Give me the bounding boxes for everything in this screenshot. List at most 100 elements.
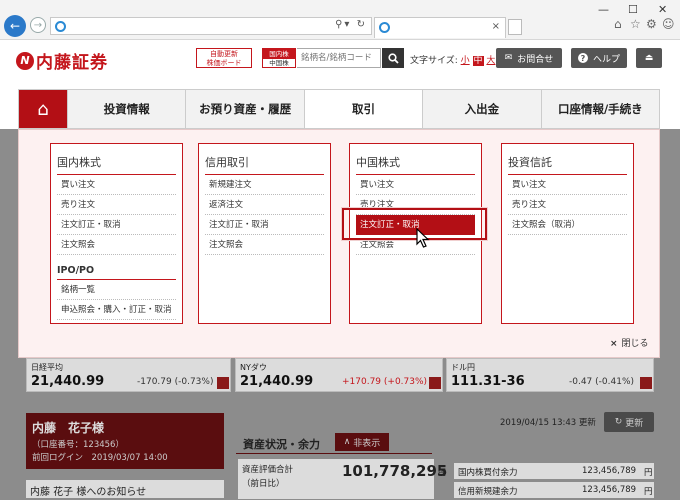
nav-item-assets-history[interactable]: お預り資産・履歴	[185, 90, 303, 128]
site-logo[interactable]: N 内藤証券	[16, 48, 108, 73]
assets-toggle-button[interactable]: ∧ 非表示	[335, 433, 389, 451]
account-notice[interactable]: 内藤 花子 様へのお知らせ	[26, 480, 224, 498]
contact-button[interactable]: ✉ お問合せ	[496, 48, 562, 68]
back-button[interactable]: ←	[4, 15, 26, 37]
search-refresh-icon[interactable]: ⚲▾ ↻	[335, 19, 367, 30]
ticker-nydow: NYダウ 21,440.99 +170.79 (+0.73%)	[235, 358, 443, 392]
stock-type-china[interactable]: 中国株	[263, 59, 295, 68]
chart-icon[interactable]	[429, 377, 441, 389]
menu-item-modify-cancel[interactable]: 注文訂正・取消	[57, 215, 176, 235]
arrow-right-icon: →	[33, 19, 43, 31]
menu-item-buy[interactable]: 買い注文	[508, 175, 627, 195]
menu-col-investment-trust: 投資信託 買い注文 売り注文 注文照会（取消）	[501, 143, 634, 324]
mail-icon: ✉	[504, 53, 513, 63]
help-button[interactable]: ? ヘルプ	[571, 48, 627, 68]
home-icon[interactable]: ⌂	[614, 17, 622, 31]
chart-icon[interactable]	[640, 377, 652, 389]
refresh-button[interactable]: ↻ 更新	[604, 412, 654, 432]
menu-item-order-inquiry[interactable]: 注文照会	[57, 235, 176, 255]
account-name: 内藤 花子様	[32, 421, 105, 435]
nav-item-account-procedures[interactable]: 口座情報/手続き	[540, 90, 659, 128]
home-button[interactable]: ⌂	[19, 90, 67, 128]
logout-icon: ⏏	[644, 53, 654, 63]
menu-item-ipo-list[interactable]: 銘柄一覧	[57, 280, 176, 300]
auto-update-board-button[interactable]: 自動更新 株価ボード	[196, 48, 252, 68]
ticker-value: 21,440.99	[31, 374, 105, 389]
contact-label: お問合せ	[517, 54, 554, 65]
asset-row: 国内株買付余力 123,456,789 円	[454, 463, 654, 479]
nav-item-investment-info[interactable]: 投資情報	[67, 90, 185, 128]
updated-time: 2019/04/15 13:43 更新	[500, 418, 596, 428]
menu-col-domestic-stock: 国内株式 買い注文 売り注文 注文訂正・取消 注文照会 IPO/PO 銘柄一覧 …	[50, 143, 183, 324]
menu-item-buy[interactable]: 買い注文	[57, 175, 176, 195]
logout-button[interactable]: ⏏	[636, 48, 662, 68]
forward-button[interactable]: →	[30, 17, 46, 33]
menu-item-new-position[interactable]: 新規建注文	[205, 175, 324, 195]
asset-row-label: 国内株買付余力	[458, 468, 518, 478]
ticker-usdjpy: ドル円 111.31-36 -0.47 (-0.41%)	[446, 358, 654, 392]
menu-item-order-inquiry-cancel[interactable]: 注文照会（取消）	[508, 215, 627, 235]
search-button[interactable]	[382, 48, 404, 68]
menu-item-sell[interactable]: 売り注文	[57, 195, 176, 215]
menu-item-order-inquiry[interactable]: 注文照会	[205, 235, 324, 255]
ticker-change: +170.79 (+0.73%)	[342, 377, 428, 387]
browser-tab[interactable]: ×	[374, 17, 506, 38]
total-label: 資産評価合計	[242, 465, 294, 475]
new-tab-button[interactable]	[508, 19, 522, 35]
menu-item-modify-cancel[interactable]: 注文訂正・取消	[205, 215, 324, 235]
menu-item-buy[interactable]: 買い注文	[356, 175, 475, 195]
refresh-icon: ↻	[614, 417, 623, 427]
window-close-icon[interactable]: ✕	[658, 3, 667, 16]
gear-icon[interactable]: ⚙	[646, 17, 657, 31]
menu-item-sell[interactable]: 売り注文	[508, 195, 627, 215]
smiley-icon[interactable]: ☺	[662, 17, 675, 31]
refresh-label: 更新	[625, 418, 644, 429]
ticker-name: ドル円	[451, 363, 475, 372]
auto-board-line1: 自動更新	[210, 50, 238, 58]
menu-col-margin: 信用取引 新規建注文 返済注文 注文訂正・取消 注文照会	[198, 143, 331, 324]
tab-close-icon[interactable]: ×	[492, 21, 500, 32]
menu-subtitle-ipo: IPO/PO	[57, 265, 176, 280]
help-label: ヘルプ	[592, 54, 620, 65]
font-size-medium[interactable]: 中	[472, 56, 484, 66]
minimize-icon[interactable]: —	[598, 3, 609, 16]
auto-board-line2: 株価ボード	[206, 59, 242, 67]
close-label: 閉じる	[621, 339, 649, 349]
font-size-label: 文字サイズ:	[410, 56, 458, 66]
menu-item-ipo-apply[interactable]: 申込照会・購入・訂正・取消	[57, 300, 176, 320]
stock-type-toggle[interactable]: 国内株 中国株	[262, 48, 296, 68]
menu-col-title: 中国株式	[356, 154, 475, 175]
asset-row: 信用新規建余力 123,456,789 円	[454, 482, 654, 498]
maximize-icon[interactable]: ☐	[628, 3, 638, 16]
favorites-icon[interactable]: ☆	[630, 17, 641, 31]
font-size-selector: 文字サイズ: 小 中 大	[410, 53, 495, 66]
ticker-change: -170.79 (-0.73%)	[137, 377, 214, 387]
assets-toggle-label: 非表示	[353, 438, 381, 449]
ticker-name: 日経平均	[31, 363, 63, 372]
stock-type-domestic[interactable]: 国内株	[263, 49, 295, 59]
font-size-small[interactable]: 小	[461, 56, 470, 66]
asset-row-value: 123,456,789	[582, 466, 637, 476]
stock-search-input[interactable]	[297, 48, 381, 68]
address-bar[interactable]: ⚲▾ ↻	[50, 17, 372, 35]
ie-logo-icon	[379, 22, 390, 33]
ticker-value: 111.31-36	[451, 374, 525, 389]
asset-row-unit: 円	[644, 468, 653, 478]
chart-icon[interactable]	[217, 377, 229, 389]
nav-item-deposit-withdraw[interactable]: 入出金	[422, 90, 540, 128]
assets-divider	[236, 453, 432, 454]
naito-logo-icon: N	[16, 51, 34, 70]
asset-row-unit: 円	[644, 487, 653, 497]
ticker-change: -0.47 (-0.41%)	[569, 377, 635, 387]
mouse-cursor-icon	[416, 228, 430, 248]
nav-item-trade[interactable]: 取引	[303, 90, 423, 128]
menu-col-title: 国内株式	[57, 154, 176, 175]
font-size-large[interactable]: 大	[486, 56, 495, 66]
prev-day-label: （前日比）	[242, 479, 285, 489]
asset-row-label: 信用新規建余力	[458, 487, 518, 497]
search-icon	[387, 52, 399, 64]
menu-item-repay[interactable]: 返済注文	[205, 195, 324, 215]
ticker-nikkei: 日経平均 21,440.99 -170.79 (-0.73%)	[26, 358, 231, 392]
asset-row-value: 123,456,789	[582, 485, 637, 495]
menu-close-button[interactable]: × 閉じる	[610, 336, 649, 349]
